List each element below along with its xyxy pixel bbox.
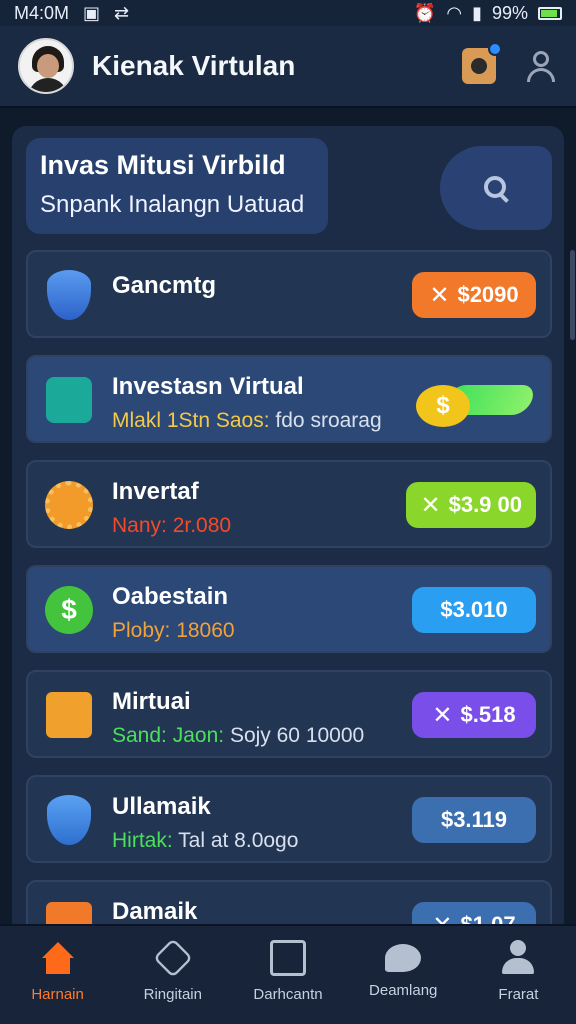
app-title: Kienak Virtulan	[92, 50, 296, 81]
card-title: Oabestain	[112, 583, 229, 610]
card-subtitle: Sand: Jaon: Sojy 60 10000	[112, 724, 364, 748]
money-exchange-icon	[44, 375, 94, 425]
nav-item-home[interactable]: Harnain	[0, 926, 115, 1024]
amount-label: $3.119	[440, 807, 508, 832]
list-item[interactable]: $ Oabestain Ploby: 18060 $3.010	[26, 565, 552, 653]
dollar-coin-icon: $	[44, 585, 94, 635]
battery-icon	[538, 6, 562, 20]
card-title: Damaik	[112, 898, 198, 925]
gear-coin-icon	[44, 480, 94, 530]
nav-label: Frarat	[498, 986, 539, 1003]
subtitle-key: Ploby: 18060	[112, 619, 235, 642]
search-icon	[482, 174, 510, 202]
main-panel: Invas Mitusi Virbild Snpank Inalangn Uat…	[12, 126, 564, 936]
nav-item-location[interactable]: Ringitain	[115, 926, 230, 1024]
calendar-icon	[270, 940, 306, 976]
amount-button[interactable]: ✕ $3.9 00	[406, 482, 536, 528]
shield-check-icon	[44, 795, 94, 845]
bottom-nav: Harnain Ringitain Darhcantn Deamlang Fra…	[0, 924, 576, 1024]
list-item[interactable]: Gancmtg ✕ $2090	[26, 250, 552, 338]
home-icon	[40, 940, 76, 976]
status-bar: M4:0M ▣ ⇄ ⏰ ◠ ▮ 99%	[0, 0, 576, 26]
subtitle-key: Hirtak:	[112, 829, 173, 852]
sync-icon: ⇄	[114, 2, 130, 23]
amount-button[interactable]: ✕ $.518	[412, 692, 536, 738]
subtitle-value: fdo sroarag	[275, 409, 382, 432]
status-time: M4:0M	[14, 2, 70, 23]
card-title: Investasn Virtual	[112, 373, 304, 400]
nav-label: Harnain	[31, 986, 84, 1003]
promo-title: Invas Mitusi Virbild	[40, 150, 286, 180]
nav-item-chat[interactable]: Deamlang	[346, 926, 461, 1024]
amount-label: $3.010	[440, 597, 508, 622]
list-item[interactable]: Invertaf Nany: 2r.080 ✕ $3.9 00	[26, 460, 552, 548]
search-button[interactable]	[440, 146, 552, 230]
nav-label: Darhcantn	[253, 986, 323, 1003]
nav-item-profile[interactable]: Frarat	[461, 926, 576, 1024]
card-title: Ullamaik	[112, 793, 211, 820]
subtitle-key: Mlakl 1Stn Saos:	[112, 409, 270, 432]
card-subtitle: Mlakl 1Stn Saos: fdo sroarag	[112, 409, 382, 433]
amount-label: $2090	[457, 282, 519, 307]
card-title: Invertaf	[112, 478, 199, 505]
notification-badge	[488, 42, 502, 56]
box-icon	[44, 690, 94, 740]
close-icon: ✕	[429, 281, 450, 309]
user-icon	[500, 940, 536, 976]
amount-button[interactable]: $3.010	[412, 587, 536, 633]
avatar[interactable]	[18, 38, 74, 94]
list-item[interactable]: Ullamaik Hirtak: Tal at 8.0ogo $3.119	[26, 775, 552, 863]
amount-button[interactable]: ✕ $2090	[412, 272, 536, 318]
subtitle-value: Sojy 60 10000	[229, 724, 365, 747]
camera-icon: ▣	[83, 2, 101, 23]
nav-item-calendar[interactable]: Darhcantn	[230, 926, 345, 1024]
chat-icon	[385, 944, 422, 972]
close-icon: ✕	[420, 491, 441, 519]
coin-icon: $	[416, 385, 470, 427]
subtitle-key: Nany: 2r.080	[112, 514, 232, 537]
scrollbar[interactable]	[570, 250, 575, 340]
promo-subtitle: Snpank Inalangn Uatuad	[40, 191, 305, 218]
promo-banner[interactable]: Invas Mitusi Virbild Snpank Inalangn Uat…	[26, 138, 328, 234]
list-item[interactable]: Investasn Virtual Mlakl 1Stn Saos: fdo s…	[26, 355, 552, 443]
nav-label: Ringitain	[143, 986, 202, 1003]
card-title: Gancmtg	[112, 272, 217, 299]
card-subtitle: Nany: 2r.080	[112, 514, 231, 538]
subtitle-value: Tal at 8.0ogo	[178, 829, 299, 852]
wifi-icon: ◠	[446, 2, 463, 23]
alarm-icon: ⏰	[413, 2, 437, 23]
location-icon	[152, 938, 193, 978]
card-title: Mirtuai	[112, 688, 191, 715]
card-subtitle: Hirtak: Tal at 8.0ogo	[112, 829, 298, 853]
app-header: Kienak Virtulan	[0, 26, 576, 108]
investment-list: Gancmtg ✕ $2090 Investasn Virtual Mlakl …	[26, 250, 552, 936]
nav-label: Deamlang	[369, 982, 438, 999]
shield-location-icon	[44, 270, 94, 320]
card-subtitle: Ploby: 18060	[112, 619, 235, 643]
amount-button[interactable]: $3.119	[412, 797, 536, 843]
coin-graphic: $	[416, 379, 538, 431]
profile-icon[interactable]	[524, 49, 558, 83]
amount-label: $.518	[460, 702, 516, 727]
notification-button[interactable]	[462, 42, 502, 84]
close-icon: ✕	[432, 701, 453, 729]
signal-icon: ▮	[472, 2, 482, 23]
amount-label: $3.9 00	[448, 492, 522, 517]
list-item[interactable]: Mirtuai Sand: Jaon: Sojy 60 10000 ✕ $.51…	[26, 670, 552, 758]
subtitle-key: Sand: Jaon:	[112, 724, 225, 747]
battery-percent: 99%	[491, 2, 528, 23]
